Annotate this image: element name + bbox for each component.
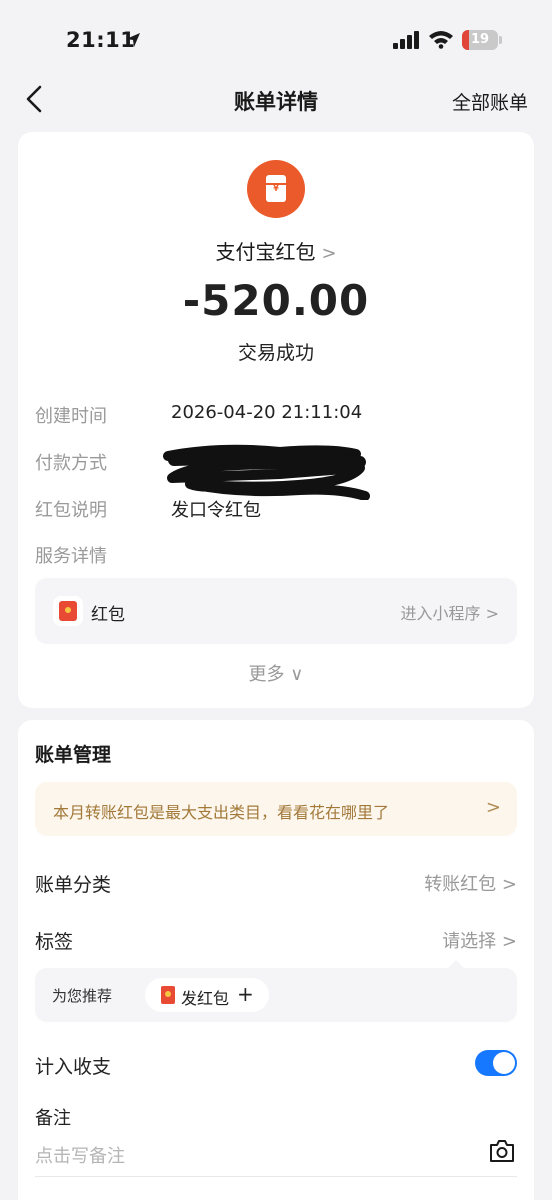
created-time-value: 2026-04-20 21:11:04	[171, 402, 363, 423]
status-bar: 21:11 19	[0, 0, 552, 80]
red-packet-note-value: 发口令红包	[171, 500, 261, 521]
battery-indicator: 19	[462, 30, 502, 50]
bill-detail-card: ¥ 支付宝红包 > -520.00 交易成功 创建时间 2026-04-20 21…	[18, 132, 534, 708]
transaction-status: 交易成功	[237, 342, 314, 364]
bill-category-value[interactable]: 转账红包 >	[424, 870, 517, 896]
created-time-label: 创建时间	[35, 406, 107, 427]
service-label: 红包	[91, 605, 125, 625]
nav-bar: 账单详情 全部账单	[0, 70, 552, 128]
tag-select[interactable]: 请选择 >	[442, 927, 517, 953]
section-title: 账单管理	[35, 744, 112, 766]
spending-tip-text: 本月转账红包是最大支出类目，看看花在哪里了	[53, 803, 390, 822]
cellular-signal-icon	[393, 31, 419, 49]
red-packet-icon	[53, 596, 83, 626]
recommend-tag-chip[interactable]: 发红包 +	[145, 978, 269, 1012]
bill-management-card: 账单管理 本月转账红包是最大支出类目，看看花在哪里了 > 账单分类 转账红包 >…	[18, 720, 534, 1200]
recommend-tag-label: 发红包	[181, 989, 230, 1008]
red-packet-icon	[161, 986, 175, 1004]
plus-icon: +	[237, 982, 254, 1006]
red-packet-logo-icon: ¥	[247, 160, 305, 218]
all-bills-link[interactable]: 全部账单	[452, 88, 528, 115]
redaction-scribble	[163, 444, 370, 500]
note-label: 备注	[35, 1108, 71, 1129]
bill-category-label: 账单分类	[35, 874, 112, 896]
tag-recommendation: 为您推荐 发红包 +	[35, 968, 517, 1022]
wifi-icon	[429, 31, 453, 49]
payment-method-label: 付款方式	[35, 453, 107, 474]
battery-level: 19	[470, 32, 490, 47]
red-packet-note-label: 红包说明	[35, 500, 107, 521]
more-button[interactable]: 更多 ∨	[18, 660, 534, 686]
tag-label: 标签	[35, 931, 74, 953]
merchant-name[interactable]: 支付宝红包 >	[18, 236, 534, 265]
location-arrow-icon	[126, 33, 140, 47]
service-details-label: 服务详情	[35, 546, 107, 567]
chevron-right-icon: >	[321, 243, 337, 264]
chevron-right-icon: >	[485, 797, 501, 818]
merchant-name-label: 支付宝红包	[215, 240, 316, 264]
service-mini-program-row[interactable]: 红包 进入小程序 >	[35, 578, 517, 644]
include-in-stats-label: 计入收支	[35, 1056, 112, 1078]
divider	[35, 1176, 517, 1177]
transaction-amount: -520.00	[182, 276, 370, 325]
spending-tip-banner[interactable]: 本月转账红包是最大支出类目，看看花在哪里了 >	[35, 782, 517, 836]
note-input[interactable]: 点击写备注	[35, 1142, 455, 1168]
include-in-stats-toggle[interactable]	[475, 1050, 517, 1076]
recommend-label: 为您推荐	[52, 987, 113, 1005]
enter-mini-program-link[interactable]: 进入小程序 >	[401, 600, 500, 624]
camera-icon[interactable]	[488, 1138, 516, 1164]
